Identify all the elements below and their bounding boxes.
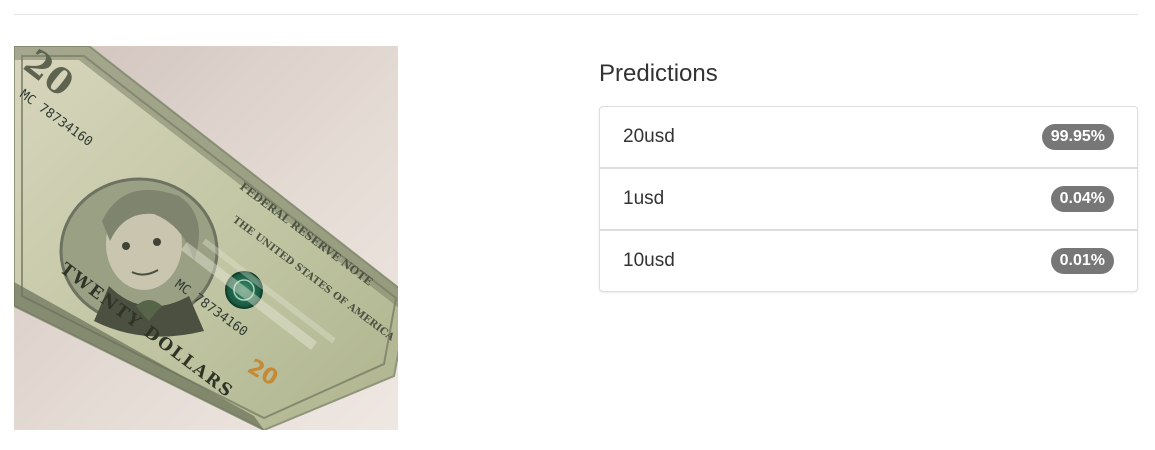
twenty-dollar-bill-illustration: 20 MC 78734160 MC 78734160 FEDERAL RESER… <box>14 46 398 430</box>
list-item: 20usd 99.95% <box>600 107 1137 167</box>
predictions-title: Predictions <box>599 60 718 87</box>
list-item: 10usd 0.01% <box>600 229 1137 291</box>
predictions-list: 20usd 99.95% 1usd 0.04% 10usd 0.01% <box>599 106 1138 292</box>
top-divider <box>14 14 1138 15</box>
uploaded-image: 20 MC 78734160 MC 78734160 FEDERAL RESER… <box>14 46 398 430</box>
prediction-label: 10usd <box>623 250 675 271</box>
prediction-label: 1usd <box>623 188 665 209</box>
list-item: 1usd 0.04% <box>600 167 1137 229</box>
predictions-panel: Predictions 20usd 99.95% 1usd 0.04% 10us… <box>599 58 1138 292</box>
probability-badge: 0.04% <box>1050 186 1114 212</box>
probability-badge: 99.95% <box>1041 124 1114 150</box>
prediction-label: 20usd <box>623 126 675 147</box>
probability-badge: 0.01% <box>1050 248 1114 274</box>
